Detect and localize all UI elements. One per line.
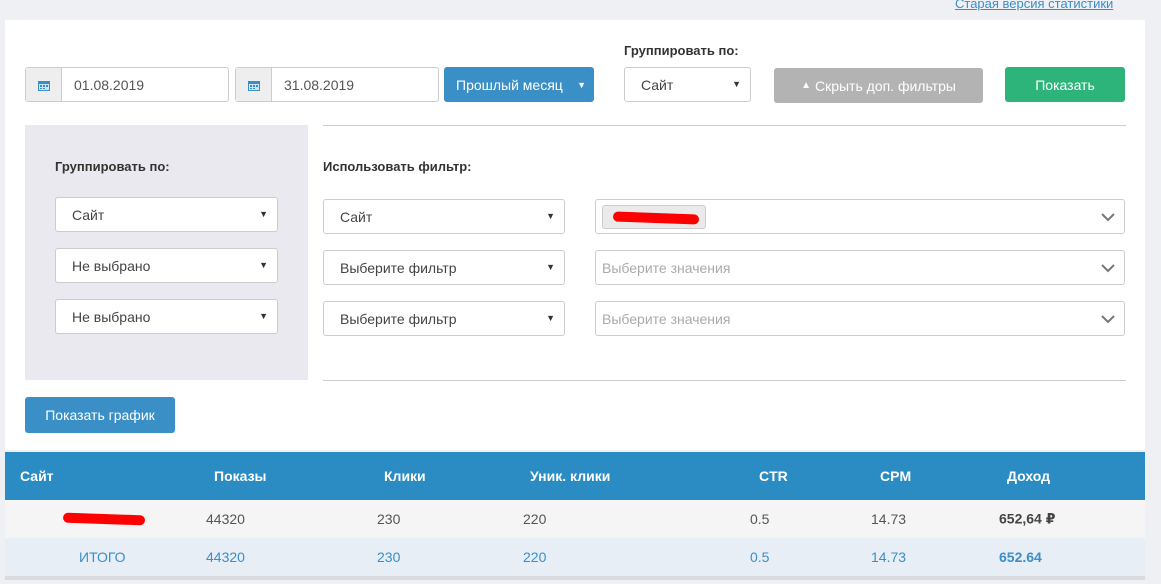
group-select-1-value: Сайт xyxy=(72,206,105,223)
filter-values-1[interactable] xyxy=(595,199,1125,234)
table-row: 44320 230 220 0.5 14.73 652,64 ₽ xyxy=(5,500,1145,538)
cell-total-clicks: 230 xyxy=(377,549,401,565)
date-to-field[interactable]: 31.08.2019 xyxy=(235,67,439,102)
group-select-3[interactable]: Не выбрано ▼ xyxy=(55,299,278,334)
cell-total-impressions: 44320 xyxy=(206,549,245,565)
column-header-cpm[interactable]: CPM xyxy=(880,468,911,484)
show-label: Показать xyxy=(1035,76,1095,93)
redaction-mark xyxy=(62,512,146,526)
chevron-down-icon xyxy=(1100,260,1116,279)
filter-select-3[interactable]: Выберите фильтр ▼ xyxy=(323,301,565,336)
caret-down-icon: ▼ xyxy=(259,209,268,219)
date-from-value: 01.08.2019 xyxy=(74,76,145,93)
chevron-down-icon xyxy=(1100,311,1116,330)
filter-select-1-value: Сайт xyxy=(340,208,373,225)
column-header-ctr[interactable]: CTR xyxy=(759,468,788,484)
caret-down-icon: ▼ xyxy=(546,313,555,323)
cell-impressions: 44320 xyxy=(206,511,245,527)
cell-total-cpm: 14.73 xyxy=(871,549,907,565)
column-header-income[interactable]: Доход xyxy=(1007,468,1050,484)
filter-values-3-placeholder: Выберите значения xyxy=(602,310,731,327)
cell-total-income: 652.64 xyxy=(999,549,1042,565)
hide-filters-button[interactable]: ▲ Скрыть доп. фильтры xyxy=(774,68,983,103)
filter-values-2-placeholder: Выберите значения xyxy=(602,259,731,276)
caret-down-icon: ▼ xyxy=(546,211,555,221)
cell-total-label: ИТОГО xyxy=(79,549,126,565)
table-header: Сайт Показы Клики Уник. клики CTR CPM До… xyxy=(5,452,1145,500)
period-dropdown-button[interactable]: Прошлый месяц ▼ xyxy=(444,67,594,102)
group-by-label: Группировать по: xyxy=(55,159,170,174)
divider-bottom xyxy=(323,380,1126,381)
cell-clicks: 230 xyxy=(377,511,401,527)
group-select-1[interactable]: Сайт ▼ xyxy=(55,197,278,232)
cell-ctr: 0.5 xyxy=(750,511,770,527)
redaction-mark xyxy=(612,211,700,224)
caret-down-icon: ▼ xyxy=(259,260,268,270)
filter-select-2-value: Выберите фильтр xyxy=(340,259,457,276)
stats-table: Сайт Показы Клики Уник. клики CTR CPM До… xyxy=(5,452,1145,576)
period-label: Прошлый месяц xyxy=(456,76,563,93)
filter-select-2[interactable]: Выберите фильтр ▼ xyxy=(323,250,565,285)
divider-top xyxy=(323,125,1126,126)
chevron-down-icon xyxy=(1100,209,1116,228)
group-select-2-value: Не выбрано xyxy=(72,257,151,274)
hide-filters-label: Скрыть доп. фильтры xyxy=(814,77,956,94)
cell-unique-clicks: 220 xyxy=(523,511,547,527)
show-graph-button[interactable]: Показать график xyxy=(25,397,175,433)
show-graph-label: Показать график xyxy=(45,407,155,423)
group-by-top-value: Сайт xyxy=(641,76,674,93)
caret-down-icon: ▼ xyxy=(546,262,555,272)
filter-values-2[interactable]: Выберите значения xyxy=(595,250,1125,285)
group-by-top-label: Группировать по: xyxy=(624,43,739,58)
group-select-3-value: Не выбрано xyxy=(72,308,151,325)
table-total-row: ИТОГО 44320 230 220 0.5 14.73 652.64 xyxy=(5,538,1145,576)
caret-down-icon: ▼ xyxy=(577,79,586,90)
column-header-site[interactable]: Сайт xyxy=(20,468,54,484)
caret-down-icon: ▼ xyxy=(259,311,268,321)
date-to-value: 31.08.2019 xyxy=(284,76,355,93)
calendar-icon[interactable] xyxy=(26,68,62,101)
column-header-clicks[interactable]: Клики xyxy=(384,468,426,484)
calendar-icon[interactable] xyxy=(236,68,272,101)
cell-site[interactable] xyxy=(62,511,146,527)
column-header-impressions[interactable]: Показы xyxy=(214,468,267,484)
column-header-unique-clicks[interactable]: Уник. клики xyxy=(530,468,610,484)
cell-cpm: 14.73 xyxy=(871,511,907,527)
group-by-top-select[interactable]: Сайт ▼ xyxy=(624,67,751,102)
cell-income: 652,64 ₽ xyxy=(999,510,1056,527)
date-from-field[interactable]: 01.08.2019 xyxy=(25,67,229,102)
cell-total-unique-clicks: 220 xyxy=(523,549,547,565)
show-button[interactable]: Показать xyxy=(1005,67,1125,102)
group-select-2[interactable]: Не выбрано ▼ xyxy=(55,248,278,283)
old-version-link[interactable]: Старая версия статистики xyxy=(955,0,1113,11)
table-footer-shadow xyxy=(5,576,1145,580)
filter-values-3[interactable]: Выберите значения xyxy=(595,301,1125,336)
cell-total-ctr: 0.5 xyxy=(750,549,770,565)
caret-down-icon: ▼ xyxy=(732,79,741,89)
use-filter-label: Использовать фильтр: xyxy=(323,159,472,174)
filter-select-1[interactable]: Сайт ▼ xyxy=(323,199,565,234)
selected-value-tag[interactable] xyxy=(602,204,706,229)
filter-select-3-value: Выберите фильтр xyxy=(340,310,457,327)
triangle-up-icon: ▲ xyxy=(801,80,811,91)
